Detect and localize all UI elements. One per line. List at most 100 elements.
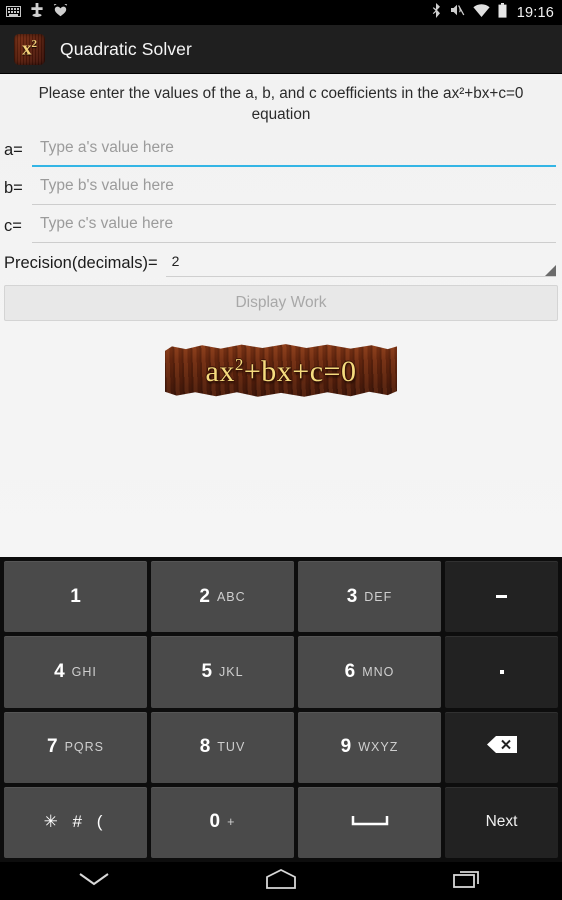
equation-prefix: ax — [205, 354, 235, 388]
key-digit: 1 — [70, 585, 81, 607]
key-9[interactable]: 9 WXYZ — [298, 711, 441, 783]
key-backspace[interactable] — [445, 711, 558, 783]
key-digit: 2 — [199, 585, 210, 607]
status-bar-right-icons: 19:16 — [432, 2, 554, 23]
key-letters: MNO — [362, 664, 395, 679]
battery-icon — [498, 2, 507, 23]
key-7[interactable]: 7 PQRS — [4, 711, 147, 783]
equation-plaque-wrap: ax2+bx+c=0 — [0, 321, 562, 399]
home-icon — [264, 868, 298, 895]
key-6[interactable]: 6 MNO — [298, 636, 441, 708]
coefficient-c-input[interactable] — [32, 213, 556, 238]
key-period[interactable] — [445, 636, 558, 708]
action-bar: x2 Quadratic Solver — [0, 25, 562, 74]
field-row-a: a= — [0, 131, 562, 167]
key-digit: 4 — [54, 660, 65, 682]
key-5[interactable]: 5 JKL — [151, 636, 294, 708]
key-letters: JKL — [219, 664, 244, 679]
key-symbols-label: ✳ # ( — [43, 812, 108, 832]
key-0[interactable]: 0 + — [151, 786, 294, 858]
underline-a — [32, 165, 556, 167]
underline-b — [32, 204, 556, 205]
key-space[interactable] — [298, 786, 441, 858]
field-row-b: b= — [0, 169, 562, 205]
navigation-bar — [0, 862, 562, 900]
input-wrap-b — [32, 175, 556, 205]
coefficient-b-input[interactable] — [32, 175, 556, 200]
key-letters: GHI — [71, 664, 97, 679]
keyboard-row-1: 1 2 ABC 3 DEF — [2, 559, 560, 634]
key-8[interactable]: 8 TUV — [151, 711, 294, 783]
precision-underline — [165, 276, 556, 277]
key-minus[interactable] — [445, 561, 558, 633]
label-a: a= — [4, 141, 23, 159]
bluetooth-icon — [432, 2, 442, 23]
underline-c — [32, 242, 556, 243]
display-work-wrap: Display Work — [0, 277, 562, 321]
wifi-icon — [473, 3, 490, 22]
key-2[interactable]: 2 ABC — [151, 561, 294, 633]
numeric-keyboard: 1 2 ABC 3 DEF 4 GHI 5 JKL 6 MNO 7 PQRS 8… — [0, 557, 562, 862]
key-digit: 5 — [201, 660, 213, 682]
equation-exponent: 2 — [234, 354, 244, 374]
volume-muted-icon — [450, 3, 465, 22]
key-letters: TUV — [217, 740, 246, 755]
key-4[interactable]: 4 GHI — [4, 636, 147, 708]
recents-icon — [452, 868, 484, 895]
minus-icon — [496, 595, 507, 599]
recents-button[interactable] — [413, 862, 523, 900]
key-next-label: Next — [485, 813, 518, 831]
backspace-icon — [486, 735, 518, 759]
hide-keyboard-button[interactable] — [39, 862, 149, 900]
status-bar-left-icons — [6, 2, 68, 22]
spinner-triangle-icon — [545, 265, 556, 276]
equation-plaque: ax2+bx+c=0 — [165, 344, 397, 397]
equation-text: ax2+bx+c=0 — [206, 356, 357, 387]
period-icon — [499, 669, 504, 674]
key-digit: 7 — [46, 736, 58, 758]
key-3[interactable]: 3 DEF — [298, 561, 441, 633]
key-digit: 9 — [340, 736, 352, 758]
app-icon: x2 — [14, 33, 45, 65]
keyboard-row-4: ✳ # ( 0 + Next — [2, 785, 560, 860]
status-bar-clock: 19:16 — [516, 4, 554, 21]
main-content: Please enter the values of the a, b, and… — [0, 74, 562, 557]
precision-row: Precision(decimals)= 2 — [0, 243, 562, 277]
hide-keyboard-icon — [77, 870, 111, 893]
key-symbols[interactable]: ✳ # ( — [4, 786, 147, 858]
key-1[interactable]: 1 — [4, 561, 147, 633]
keyboard-icon — [6, 4, 21, 22]
medical-plus-icon — [30, 3, 44, 22]
key-digit: 0 — [209, 811, 221, 833]
label-b: b= — [4, 179, 23, 197]
input-wrap-c — [32, 213, 556, 243]
keyboard-row-2: 4 GHI 5 JKL 6 MNO — [2, 634, 560, 709]
coefficient-a-input[interactable] — [32, 137, 556, 162]
key-letters: ABC — [216, 589, 246, 604]
key-digit: 6 — [344, 660, 356, 682]
home-button[interactable] — [226, 862, 336, 900]
display-work-button[interactable]: Display Work — [4, 285, 558, 321]
equation-suffix: +bx+c=0 — [243, 354, 357, 388]
input-wrap-a — [32, 137, 556, 167]
key-digit: 3 — [346, 585, 358, 607]
space-bar-icon — [351, 813, 389, 831]
app-icon-exponent: 2 — [31, 38, 38, 51]
app-title: Quadratic Solver — [60, 38, 192, 59]
iheartradio-icon — [53, 2, 68, 22]
status-bar: 19:16 — [0, 0, 562, 25]
instructions-text: Please enter the values of the a, b, and… — [38, 85, 524, 123]
precision-value: 2 — [171, 253, 180, 269]
keyboard-row-3: 7 PQRS 8 TUV 9 WXYZ — [2, 710, 560, 785]
key-letters: + — [227, 815, 236, 830]
app-icon-base: x — [22, 38, 32, 60]
label-c: c= — [4, 217, 22, 235]
key-digit: 8 — [199, 736, 211, 758]
key-letters: PQRS — [64, 740, 104, 755]
key-letters: DEF — [364, 589, 393, 604]
precision-label: Precision(decimals)= — [4, 254, 158, 272]
precision-spinner[interactable]: 2 — [165, 253, 556, 277]
key-letters: WXYZ — [358, 740, 399, 755]
field-row-c: c= — [0, 207, 562, 243]
key-next[interactable]: Next — [445, 786, 558, 858]
